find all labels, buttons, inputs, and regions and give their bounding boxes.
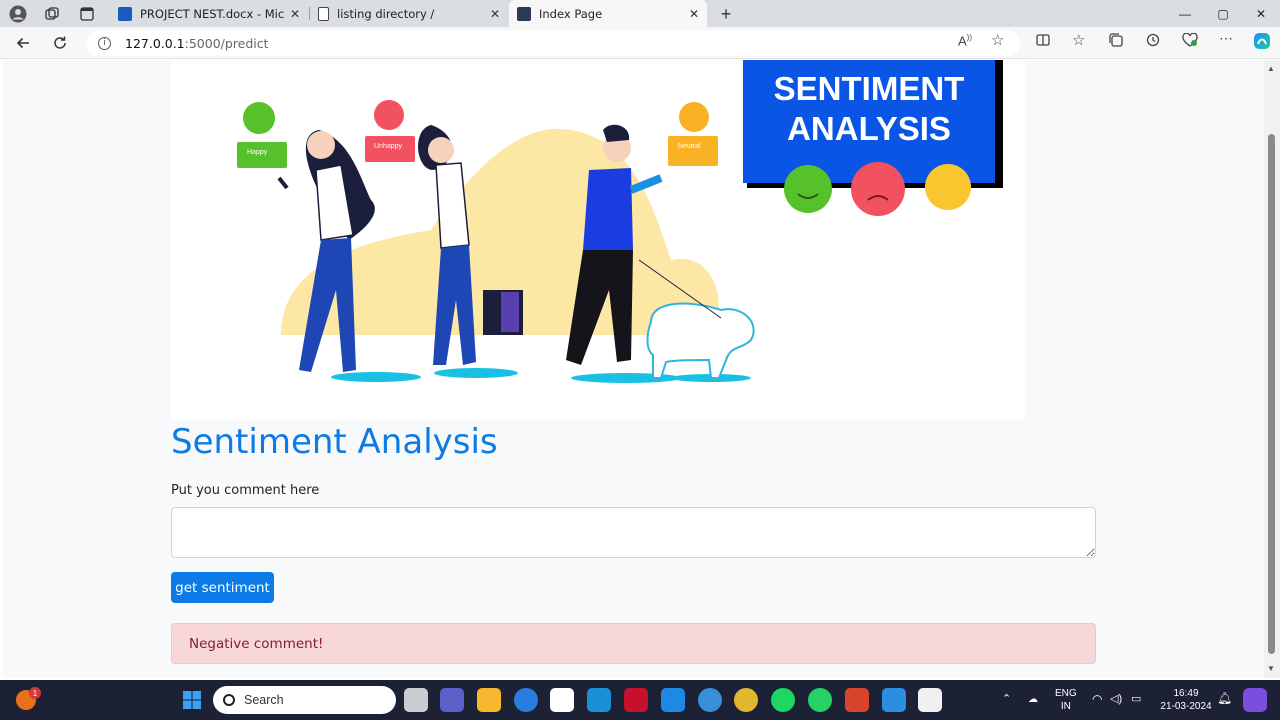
vscode-icon[interactable] xyxy=(661,688,685,712)
page-scrollbar[interactable]: ▲ ▼ xyxy=(1264,60,1280,678)
info-icon[interactable]: i xyxy=(98,36,111,50)
document-icon xyxy=(318,6,329,21)
more-menu-icon[interactable]: ⋯ xyxy=(1219,30,1233,47)
terminal-icon xyxy=(517,6,531,21)
close-icon[interactable]: ✕ xyxy=(490,7,500,21)
close-icon[interactable]: ✕ xyxy=(689,7,699,21)
windows-start-icon[interactable] xyxy=(180,688,204,712)
split-screen-icon[interactable] xyxy=(1036,33,1050,50)
windows-taskbar: 1 Search ⌃ ☁ ENG IN ◠ ◁) ▭ 16:49 21-03-2… xyxy=(0,680,1280,720)
comment-textarea[interactable] xyxy=(171,507,1096,558)
page-title: Sentiment Analysis xyxy=(171,422,498,462)
notifications-bell-icon[interactable]: 🔔︎ xyxy=(1217,692,1232,705)
url-host: 127.0.0.1 xyxy=(125,35,185,51)
tab-index-page[interactable]: Index Page ✕ xyxy=(509,0,707,27)
address-bar[interactable]: i 127.0.0.1:5000/predict xyxy=(86,30,1020,56)
back-icon[interactable] xyxy=(12,32,34,54)
show-hidden-icons-icon[interactable]: ⌃ xyxy=(1002,693,1011,706)
happy-bubble-label: Happy xyxy=(247,149,268,156)
get-sentiment-button[interactable]: get sentiment xyxy=(171,572,274,603)
clock[interactable]: 16:49 21-03-2024 xyxy=(1158,687,1214,713)
language-indicator[interactable]: ENG IN xyxy=(1055,687,1077,713)
tab-title: Index Page xyxy=(539,6,603,21)
profile-icon[interactable] xyxy=(8,4,28,24)
browser-toolbar: i 127.0.0.1:5000/predict A)) ☆ ☆ ⋯ xyxy=(0,27,1280,59)
python-icon[interactable] xyxy=(698,688,722,712)
window-close-icon[interactable]: ✕ xyxy=(1242,0,1280,27)
history-icon[interactable] xyxy=(1146,33,1160,50)
tab-actions-icon[interactable] xyxy=(77,4,97,24)
result-alert: Negative comment! xyxy=(171,623,1096,664)
banner-title-line1: SENTIMENT xyxy=(774,70,965,107)
whatsapp-icon[interactable] xyxy=(808,688,832,712)
taskbar-search[interactable]: Search xyxy=(213,686,396,714)
tab-title: listing directory / xyxy=(337,6,435,21)
refresh-icon[interactable] xyxy=(49,32,71,54)
edge-browser-icon[interactable] xyxy=(514,688,538,712)
clock-date: 21-03-2024 xyxy=(1160,701,1212,712)
wps-office-icon[interactable] xyxy=(845,688,869,712)
tab-title: PROJECT NEST.docx - Microsoft W xyxy=(140,6,284,21)
browser-tab-bar: PROJECT NEST.docx - Microsoft W ✕ listin… xyxy=(0,0,1280,27)
language-code: ENG xyxy=(1055,688,1077,699)
mcafee-icon[interactable] xyxy=(624,688,648,712)
snipping-tool-icon[interactable] xyxy=(918,688,942,712)
search-icon xyxy=(223,694,235,706)
spotify-icon[interactable] xyxy=(771,688,795,712)
favorite-star-icon[interactable]: ☆ xyxy=(991,31,1004,49)
paint-icon[interactable] xyxy=(882,688,906,712)
onedrive-icon[interactable]: ☁ xyxy=(1028,693,1038,706)
neutral-bubble-label: Neutral xyxy=(678,143,701,150)
wifi-icon[interactable]: ◠ xyxy=(1092,693,1102,706)
banner-title-line2: ANALYSIS xyxy=(787,110,951,147)
tab-word-document[interactable]: PROJECT NEST.docx - Microsoft W ✕ xyxy=(110,0,308,27)
teams-icon[interactable] xyxy=(440,688,464,712)
read-aloud-icon[interactable]: A)) xyxy=(958,33,972,48)
chrome-icon[interactable] xyxy=(734,688,758,712)
browser-essentials-icon[interactable] xyxy=(1182,32,1198,50)
region-code: IN xyxy=(1060,701,1071,712)
scroll-down-icon[interactable]: ▼ xyxy=(1267,664,1275,673)
store-icon[interactable] xyxy=(550,688,574,712)
notification-badge: 1 xyxy=(29,687,41,699)
unhappy-bubble-label: Unhappy xyxy=(374,143,403,150)
close-icon[interactable]: ✕ xyxy=(290,7,300,21)
search-placeholder: Search xyxy=(244,693,284,707)
copilot-icon[interactable] xyxy=(1252,31,1272,54)
sentiment-banner-image: Happy Unhappy Neutral SENTIMENT ANALYSIS xyxy=(171,60,1025,420)
mysql-workbench-icon[interactable] xyxy=(587,688,611,712)
page-content: Happy Unhappy Neutral SENTIMENT ANALYSIS… xyxy=(3,60,1264,678)
collections-icon[interactable] xyxy=(1109,33,1123,50)
file-explorer-icon[interactable] xyxy=(477,688,501,712)
minimize-icon[interactable]: — xyxy=(1166,0,1204,27)
maximize-icon[interactable]: ▢ xyxy=(1204,0,1242,27)
new-tab-icon[interactable]: + xyxy=(716,4,736,24)
volume-icon[interactable]: ◁) xyxy=(1110,693,1122,706)
scrollbar-thumb[interactable] xyxy=(1268,134,1275,654)
battery-icon[interactable]: ▭ xyxy=(1131,693,1141,706)
favorites-icon[interactable]: ☆ xyxy=(1072,31,1085,49)
workspaces-icon[interactable] xyxy=(42,4,62,24)
scroll-up-icon[interactable]: ▲ xyxy=(1267,64,1275,73)
result-text: Negative comment! xyxy=(189,635,324,652)
url-path: :5000/predict xyxy=(184,35,269,51)
tab-listing-directory[interactable]: listing directory / ✕ xyxy=(310,0,508,27)
task-view-icon[interactable] xyxy=(404,688,428,712)
copilot-taskbar-icon[interactable] xyxy=(1243,688,1267,712)
comment-label: Put you comment here xyxy=(171,483,320,498)
word-icon xyxy=(118,6,132,21)
clock-time: 16:49 xyxy=(1173,688,1199,699)
